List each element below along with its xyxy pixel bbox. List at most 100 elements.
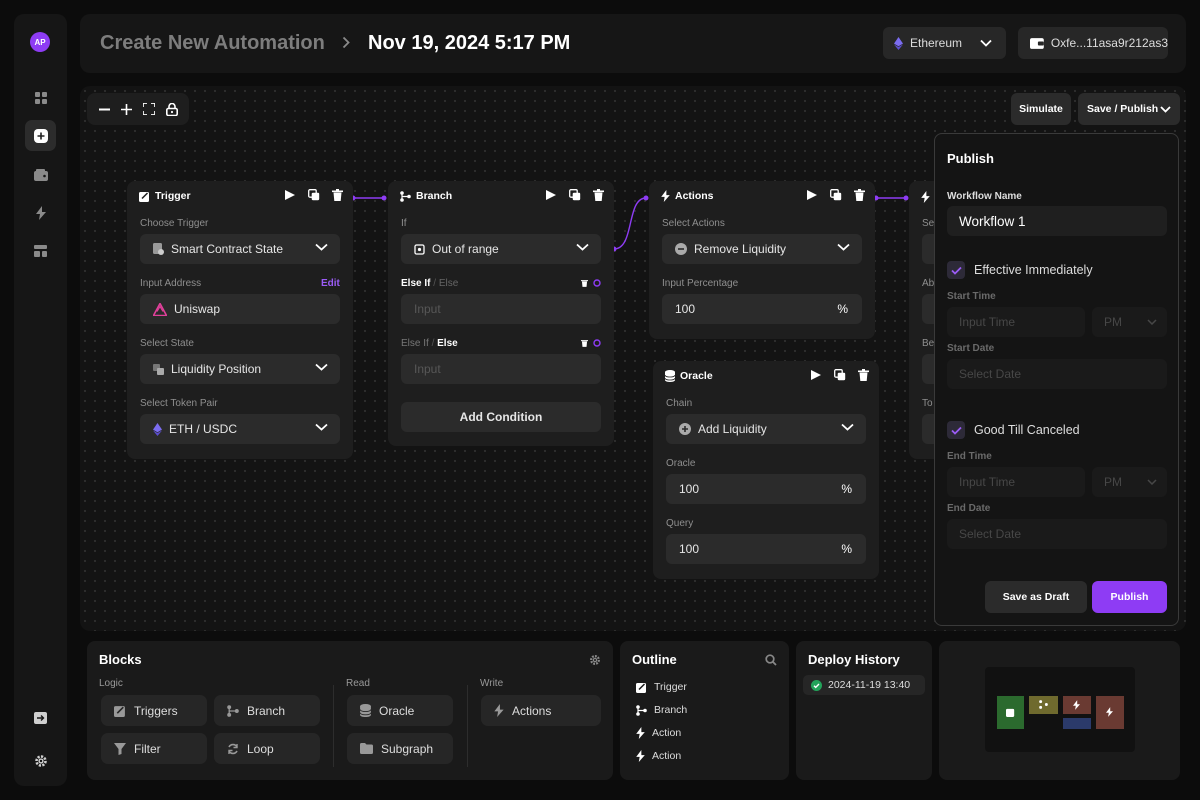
network-label: Ethereum bbox=[910, 36, 963, 50]
start-time-input[interactable]: Input Time bbox=[947, 307, 1085, 337]
end-time-input[interactable]: Input Time bbox=[947, 467, 1085, 497]
else-tab[interactable]: Else bbox=[437, 338, 458, 349]
if-label: If bbox=[401, 218, 407, 229]
start-ampm-select[interactable]: PM bbox=[1092, 307, 1167, 337]
else-tab[interactable]: Else bbox=[439, 278, 458, 289]
simulate-button[interactable]: Simulate bbox=[1011, 93, 1071, 125]
network-select[interactable]: Ethereum bbox=[883, 27, 1006, 59]
publish-button[interactable]: Publish bbox=[1092, 581, 1167, 613]
token-pair-select[interactable]: ETH / USDC bbox=[140, 414, 340, 444]
workflow-name-input[interactable]: Workflow 1 bbox=[947, 206, 1167, 236]
workflow-name-label: Workflow Name bbox=[947, 191, 1022, 202]
settings-icon[interactable] bbox=[589, 654, 601, 666]
zoom-in-icon[interactable] bbox=[120, 103, 132, 115]
partial-label-2: Ab bbox=[922, 278, 935, 289]
end-ampm-select[interactable]: PM bbox=[1092, 467, 1167, 497]
query-value: 100 bbox=[679, 542, 700, 556]
outline-item-label: Action bbox=[652, 750, 682, 762]
else-if-input[interactable]: Input bbox=[401, 294, 601, 324]
chain-select[interactable]: Add Liquidity bbox=[666, 414, 866, 444]
branch-icon bbox=[400, 190, 411, 202]
lock-icon[interactable] bbox=[165, 102, 178, 116]
edit-address-link[interactable]: Edit bbox=[321, 278, 340, 289]
good-till-canceled-checkbox[interactable]: Good Till Canceled bbox=[947, 421, 1080, 439]
start-ampm-value: PM bbox=[1104, 315, 1122, 329]
search-icon[interactable] bbox=[765, 654, 777, 666]
delete-icon[interactable] bbox=[581, 279, 588, 287]
block-branch[interactable]: Branch bbox=[214, 695, 320, 726]
block-oracle[interactable]: Oracle bbox=[347, 695, 453, 726]
wallet-address-button[interactable]: Oxfe...11asa9r212as3 bbox=[1018, 27, 1168, 59]
wallet-icon bbox=[1030, 37, 1044, 49]
oracle-node[interactable]: Oracle Chain Add Liquidity Oracle 100 % … bbox=[653, 361, 879, 579]
dashboard-icon[interactable] bbox=[25, 82, 56, 113]
effective-immediately-checkbox[interactable]: Effective Immediately bbox=[947, 261, 1093, 279]
delete-icon[interactable] bbox=[332, 189, 343, 201]
chain-label: Chain bbox=[666, 398, 693, 409]
connector-handle-icon[interactable] bbox=[593, 279, 601, 287]
branch-node[interactable]: Branch If Out of range Else If / Else In… bbox=[388, 181, 614, 446]
duplicate-icon[interactable] bbox=[308, 189, 320, 201]
run-icon[interactable] bbox=[806, 189, 818, 201]
outline-item-branch[interactable]: Branch bbox=[636, 704, 687, 716]
duplicate-icon[interactable] bbox=[830, 189, 842, 201]
duplicate-icon[interactable] bbox=[569, 189, 581, 201]
block-actions[interactable]: Actions bbox=[481, 695, 601, 726]
minimap-viewport[interactable] bbox=[985, 667, 1135, 752]
delete-icon[interactable] bbox=[858, 369, 869, 381]
block-filter[interactable]: Filter bbox=[101, 733, 207, 764]
layout-icon[interactable] bbox=[25, 235, 56, 266]
trigger-node[interactable]: Trigger Choose Trigger Smart Contract St… bbox=[127, 181, 353, 459]
connector-handle-icon[interactable] bbox=[593, 339, 601, 347]
block-triggers[interactable]: Triggers bbox=[101, 695, 207, 726]
minimap-panel[interactable] bbox=[939, 641, 1180, 780]
zoom-out-icon[interactable] bbox=[98, 104, 110, 115]
outline-item-action[interactable]: Action bbox=[636, 727, 681, 739]
else-input[interactable]: Input bbox=[401, 354, 601, 384]
outline-item-trigger[interactable]: Trigger bbox=[636, 681, 687, 693]
outline-item-action[interactable]: Action bbox=[636, 750, 681, 762]
breadcrumb-title[interactable]: Create New Automation bbox=[100, 32, 325, 55]
block-loop[interactable]: Loop bbox=[214, 733, 320, 764]
branch-node-title: Branch bbox=[416, 190, 453, 202]
duplicate-icon[interactable] bbox=[834, 369, 846, 381]
save-publish-button[interactable]: Save / Publish bbox=[1078, 93, 1180, 125]
add-condition-button[interactable]: Add Condition bbox=[401, 402, 601, 432]
app-logo[interactable]: AP bbox=[30, 32, 50, 52]
percentage-input[interactable]: 100 % bbox=[662, 294, 862, 324]
block-subgraph[interactable]: Subgraph bbox=[347, 733, 453, 764]
query-input[interactable]: 100 % bbox=[666, 534, 866, 564]
select-actions-select[interactable]: Remove Liquidity bbox=[662, 234, 862, 264]
address-field[interactable]: Uniswap bbox=[140, 294, 340, 324]
exit-icon[interactable] bbox=[25, 702, 56, 733]
choose-trigger-select[interactable]: Smart Contract State bbox=[140, 234, 340, 264]
bolt-icon bbox=[636, 750, 645, 762]
select-state-select[interactable]: Liquidity Position bbox=[140, 354, 340, 384]
else-if-tab[interactable]: Else If bbox=[401, 278, 430, 289]
end-date-input[interactable]: Select Date bbox=[947, 519, 1167, 549]
bolt-icon[interactable] bbox=[25, 197, 56, 228]
block-actions-label: Actions bbox=[512, 703, 552, 718]
run-icon[interactable] bbox=[545, 189, 557, 201]
deploy-history-entry[interactable]: 2024-11-19 13:40 bbox=[803, 675, 925, 695]
bolt-icon bbox=[661, 190, 670, 202]
check-icon bbox=[947, 421, 965, 439]
chevron-down-icon bbox=[576, 243, 589, 251]
save-as-draft-button[interactable]: Save as Draft bbox=[985, 581, 1087, 613]
token-pair-value: ETH / USDC bbox=[169, 422, 238, 436]
start-date-input[interactable]: Select Date bbox=[947, 359, 1167, 389]
oracle-input[interactable]: 100 % bbox=[666, 474, 866, 504]
settings-icon[interactable] bbox=[25, 745, 56, 776]
add-icon[interactable] bbox=[25, 120, 56, 151]
fit-view-icon[interactable] bbox=[142, 103, 155, 115]
else-if-tab[interactable]: Else If bbox=[401, 338, 429, 349]
delete-icon[interactable] bbox=[593, 189, 604, 201]
actions-node[interactable]: Actions Select Actions Remove Liquidity … bbox=[649, 181, 875, 339]
if-condition-select[interactable]: Out of range bbox=[401, 234, 601, 264]
percent-unit: % bbox=[841, 542, 852, 556]
wallet-icon[interactable] bbox=[25, 159, 56, 190]
delete-icon[interactable] bbox=[854, 189, 865, 201]
run-icon[interactable] bbox=[810, 369, 822, 381]
delete-icon[interactable] bbox=[581, 339, 588, 347]
run-icon[interactable] bbox=[284, 189, 296, 201]
